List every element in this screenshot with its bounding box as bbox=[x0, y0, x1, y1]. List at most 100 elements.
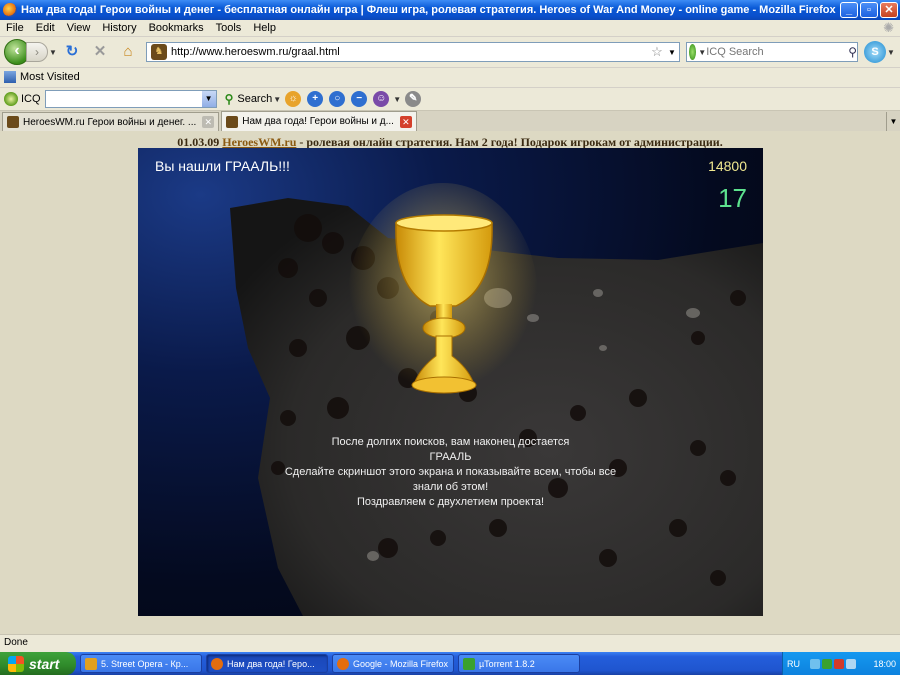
window-title-bar[interactable]: Нам два года! Герои войны и денег - бесп… bbox=[0, 0, 900, 20]
icq-search-label: Search bbox=[237, 93, 273, 105]
icq-combo-arrow-icon[interactable]: ▼ bbox=[201, 91, 216, 107]
task-label: Нам два года! Геро... bbox=[227, 658, 315, 669]
search-icon[interactable]: ⚲ bbox=[848, 45, 857, 59]
tab-grail[interactable]: Нам два года! Герои войны и д... ✕ bbox=[221, 111, 417, 131]
tab-close-icon[interactable]: ✕ bbox=[399, 115, 412, 128]
forward-button[interactable]: › bbox=[26, 42, 48, 62]
highlighter-icon[interactable]: ✎ bbox=[405, 91, 422, 107]
system-tray: RU 18:00 bbox=[782, 652, 900, 675]
menu-help[interactable]: Help bbox=[247, 22, 282, 34]
windows-taskbar: start 5. Street Opera - Кр... Нам два го… bbox=[0, 652, 900, 675]
home-icon[interactable]: ⌂ bbox=[117, 41, 139, 63]
network-icon[interactable] bbox=[810, 658, 820, 669]
menu-history[interactable]: History bbox=[96, 22, 142, 34]
minimize-button[interactable]: _ bbox=[840, 2, 858, 18]
navigation-toolbar: ‹ › ▼ ↻ ✕ ⌂ ♞ http://www.heroeswm.ru/gra… bbox=[0, 37, 900, 67]
tab-close-icon[interactable]: ✕ bbox=[202, 116, 215, 128]
task-label: µTorrent 1.8.2 bbox=[479, 658, 535, 669]
grail-flash-game[interactable]: Вы нашли ГРААЛЬ!!! 14800 17 После долгих… bbox=[138, 148, 763, 616]
counter-value: 17 bbox=[718, 183, 747, 213]
taskbar-item-firefox-grail[interactable]: Нам два года! Геро... bbox=[206, 654, 328, 673]
announcement-date: 01.03.09 bbox=[177, 135, 220, 149]
icq-search-dropdown-icon[interactable]: ▼ bbox=[272, 95, 282, 104]
weather-icon[interactable]: ☼ bbox=[285, 91, 302, 107]
island-rock-terrain bbox=[230, 183, 763, 616]
site-link[interactable]: HeroesWM.ru bbox=[222, 135, 296, 149]
media-player-icon bbox=[85, 657, 97, 670]
most-visited-icon bbox=[4, 71, 16, 83]
icq-search-button[interactable]: ⚲ Search bbox=[225, 92, 273, 106]
menu-file[interactable]: File bbox=[0, 22, 30, 34]
user-dropdown-icon[interactable]: ▼ bbox=[392, 95, 402, 104]
message-line: После долгих поисков, вам наконец достае… bbox=[331, 436, 570, 448]
search-input[interactable] bbox=[706, 46, 849, 58]
stop-icon[interactable]: ✕ bbox=[89, 41, 111, 63]
tab-favicon-icon bbox=[226, 115, 239, 128]
zoom-out-icon[interactable]: − bbox=[351, 91, 368, 107]
bookmark-star-icon[interactable]: ☆ bbox=[649, 44, 665, 60]
start-button[interactable]: start bbox=[0, 652, 76, 675]
site-favicon-icon: ♞ bbox=[151, 44, 167, 60]
url-dropdown-icon[interactable]: ▼ bbox=[665, 48, 679, 57]
tab-strip: HeroesWM.ru Герои войны и денег. ... ✕ Н… bbox=[0, 110, 900, 131]
menu-edit[interactable]: Edit bbox=[30, 22, 61, 34]
address-bar[interactable]: ♞ http://www.heroeswm.ru/graal.html ☆ ▼ bbox=[146, 42, 680, 62]
taskbar-item-firefox-google[interactable]: Google - Mozilla Firefox bbox=[332, 654, 454, 673]
icq-search-engine-icon[interactable] bbox=[689, 44, 697, 60]
utorrent-icon bbox=[463, 657, 475, 670]
firefox-logo-icon bbox=[3, 3, 17, 17]
zoom-in-icon[interactable]: + bbox=[307, 91, 324, 107]
maximize-button[interactable]: ▫ bbox=[860, 2, 878, 18]
icq-search-field[interactable] bbox=[46, 91, 202, 107]
menu-bar: File Edit View History Bookmarks Tools H… bbox=[0, 20, 900, 37]
firefox-icon bbox=[337, 657, 349, 670]
clock: 18:00 bbox=[873, 658, 896, 669]
utorrent-tray-icon[interactable] bbox=[822, 658, 832, 669]
bookmark-most-visited[interactable]: Most Visited bbox=[20, 71, 80, 83]
announcement-text: - ролевая онлайн стратегия. Нам 2 года! … bbox=[299, 135, 723, 149]
score-value: 14800 bbox=[708, 158, 747, 174]
grail-found-title: Вы нашли ГРААЛЬ!!! bbox=[155, 158, 290, 174]
tab-favicon-icon bbox=[7, 116, 19, 128]
search-box[interactable]: ▼ ⚲ bbox=[686, 42, 858, 62]
user-icon[interactable]: ☺ bbox=[373, 91, 390, 107]
page-content: 01.03.09 HeroesWM.ru - ролевая онлайн ст… bbox=[0, 131, 900, 634]
skype-icon[interactable]: S bbox=[864, 41, 886, 63]
task-label: 5. Street Opera - Кр... bbox=[101, 658, 189, 669]
congratulation-message: После долгих поисков, вам наконец достае… bbox=[208, 435, 693, 510]
tab-label: Нам два года! Герои войны и д... bbox=[242, 116, 394, 127]
task-label: Google - Mozilla Firefox bbox=[353, 658, 449, 669]
reload-icon[interactable]: ↻ bbox=[61, 41, 83, 63]
url-text: http://www.heroeswm.ru/graal.html bbox=[171, 46, 340, 58]
menu-tools[interactable]: Tools bbox=[210, 22, 248, 34]
window-title: Нам два года! Герои войны и денег - бесп… bbox=[21, 4, 836, 16]
tab-heroeswm[interactable]: HeroesWM.ru Герои войны и денег. ... ✕ bbox=[2, 112, 220, 131]
search-icon: ⚲ bbox=[224, 92, 234, 106]
windows-logo-icon bbox=[8, 655, 24, 672]
antivirus-icon[interactable] bbox=[834, 658, 844, 669]
icq-search-combo[interactable]: ▼ bbox=[44, 90, 217, 108]
icq-label[interactable]: ICQ bbox=[21, 93, 41, 105]
skype-dropdown-icon[interactable]: ▼ bbox=[886, 48, 896, 57]
status-bar: Done bbox=[0, 634, 900, 651]
taskbar-item-utorrent[interactable]: µTorrent 1.8.2 bbox=[458, 654, 580, 673]
zoom-reset-icon[interactable]: ○ bbox=[329, 91, 346, 107]
history-dropdown-icon[interactable]: ▼ bbox=[48, 48, 58, 57]
throbber-icon: ✺ bbox=[883, 20, 894, 35]
message-line: Поздравляем с двухлетием проекта! bbox=[356, 496, 545, 508]
firefox-icon bbox=[211, 657, 223, 670]
bookmarks-toolbar: Most Visited bbox=[0, 67, 900, 86]
engine-dropdown-icon[interactable]: ▼ bbox=[698, 48, 706, 57]
message-line: Сделайте скриншот этого экрана и показыв… bbox=[284, 466, 617, 478]
icq-flower-icon[interactable] bbox=[4, 92, 18, 106]
start-label: start bbox=[29, 655, 60, 672]
message-line: знали об этом! bbox=[412, 481, 489, 493]
taskbar-item-street-opera[interactable]: 5. Street Opera - Кр... bbox=[80, 654, 202, 673]
menu-view[interactable]: View bbox=[61, 22, 97, 34]
volume-icon[interactable] bbox=[846, 658, 856, 669]
tab-label: HeroesWM.ru Герои войны и денег. ... bbox=[23, 116, 197, 128]
tab-list-menu-icon[interactable]: ▼ bbox=[886, 112, 900, 131]
menu-bookmarks[interactable]: Bookmarks bbox=[143, 22, 210, 34]
close-button[interactable]: ✕ bbox=[880, 2, 898, 18]
language-indicator[interactable]: RU bbox=[787, 659, 800, 669]
